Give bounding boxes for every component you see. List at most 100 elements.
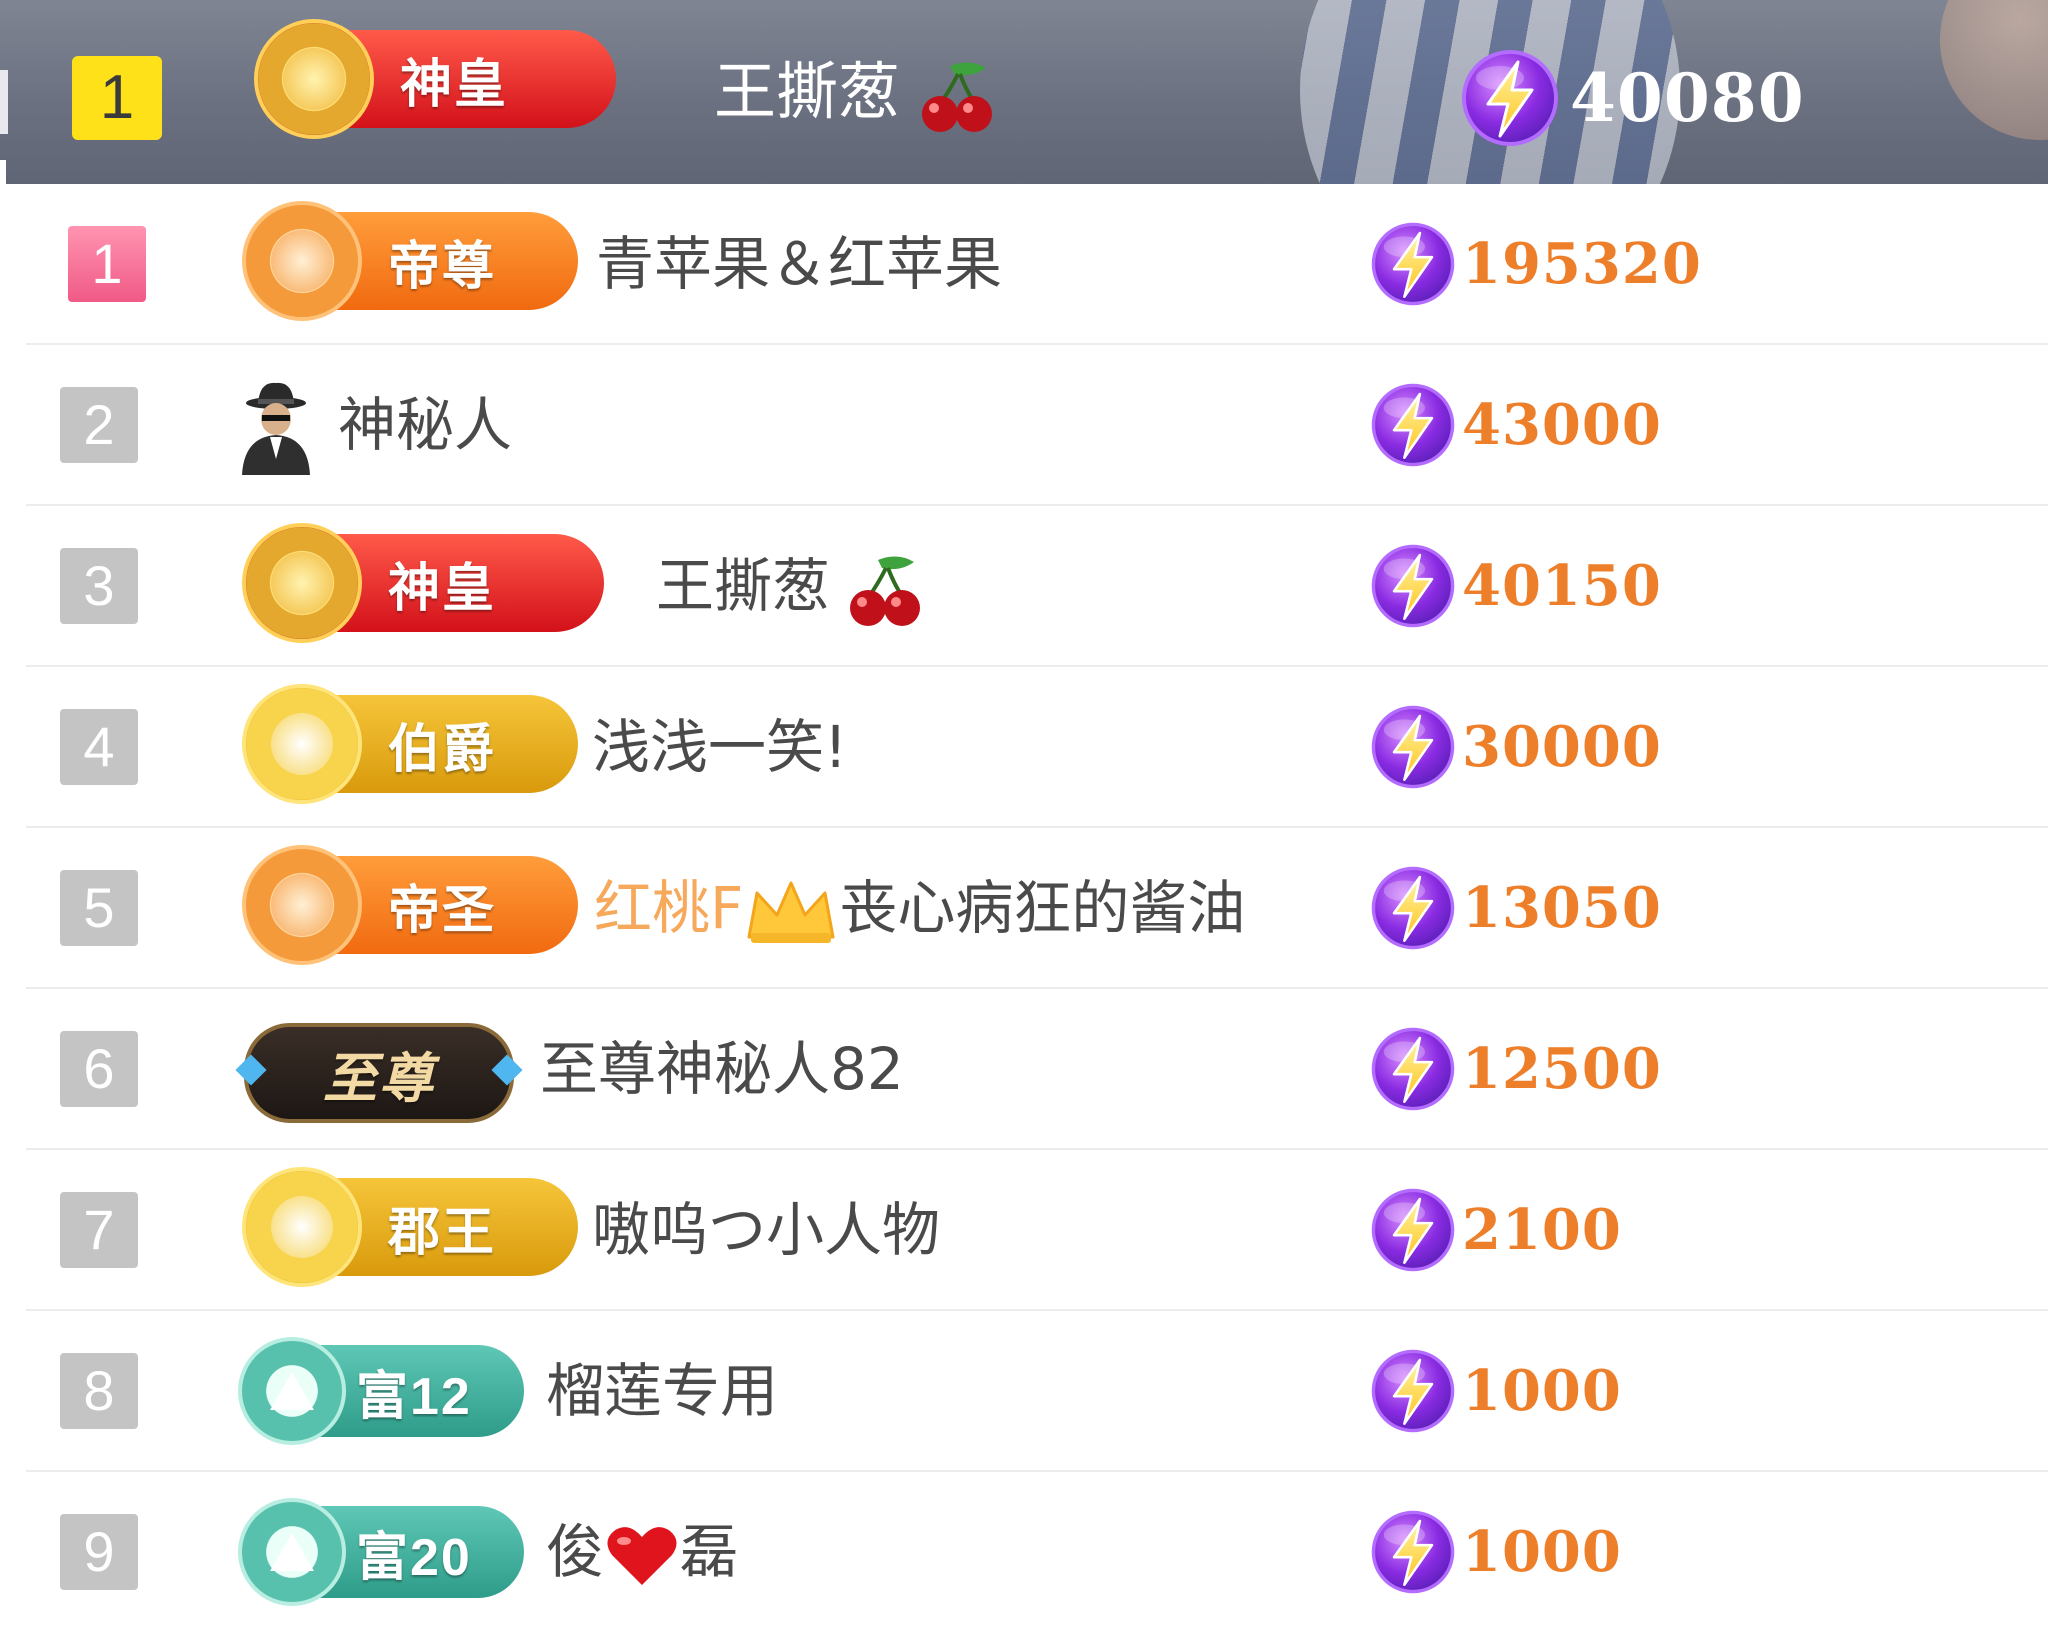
gold-medal-icon <box>242 684 362 804</box>
rank-badge: 9 <box>60 1514 138 1590</box>
points: 40150 <box>1370 534 1662 638</box>
points-value: 12500 <box>1462 1036 1662 1102</box>
rank-badge: 5 <box>60 870 138 946</box>
leaderboard-row[interactable]: 4 伯爵 浅浅一笑! 30000 <box>0 667 2048 828</box>
points-value: 195320 <box>1462 231 1702 297</box>
rank-badge: 7 <box>60 1192 138 1268</box>
rank-badge: 8 <box>60 1353 138 1429</box>
user-name-text: 王撕葱 <box>656 552 831 620</box>
vip-badge-label: 神皇 <box>388 558 497 619</box>
points-value: 13050 <box>1462 875 1662 941</box>
lightning-icon <box>1370 704 1456 790</box>
lightning-icon <box>1370 865 1456 951</box>
points-value: 1000 <box>1462 1519 1622 1585</box>
user-name-text: 俊 <box>546 1518 605 1586</box>
wealth-level-badge: 富20 <box>238 1498 524 1606</box>
cherry-icon <box>848 550 924 630</box>
lightning-icon <box>1460 48 1560 148</box>
gold-medal-icon <box>242 1167 362 1287</box>
rank-badge: 6 <box>60 1031 138 1107</box>
edge-tab-marker <box>0 160 6 184</box>
rank-badge: 2 <box>60 387 138 463</box>
cherry-icon <box>920 56 996 136</box>
lightning-icon <box>1370 221 1456 307</box>
user-name[interactable]: 浅浅一笑! <box>592 709 847 785</box>
header-user-name[interactable]: 王撕葱 <box>714 52 996 136</box>
wealth-level-badge: 富12 <box>238 1337 524 1445</box>
lightning-icon <box>1370 382 1456 468</box>
leaderboard-row[interactable]: 1 帝尊 青苹果＆红苹果 195320 <box>0 184 2048 345</box>
points: 12500 <box>1370 1017 1662 1121</box>
spy-avatar-icon <box>242 382 310 475</box>
user-name[interactable]: 至尊神秘人82 <box>540 1031 904 1107</box>
wealth-level-label: 富20 <box>356 1528 472 1587</box>
user-name[interactable]: 青苹果＆红苹果 <box>596 226 1002 302</box>
points: 43000 <box>1370 373 1662 477</box>
points-value: 40150 <box>1462 553 1662 619</box>
user-name-text: 王撕葱 <box>714 55 901 128</box>
vip-badge-label: 至尊 <box>323 1046 435 1110</box>
diamond-gem-icon <box>491 1054 523 1086</box>
rank-badge: 4 <box>60 709 138 785</box>
user-name[interactable]: 神秘人 <box>338 387 512 463</box>
edge-tab-marker <box>0 70 8 134</box>
triangle-medal-icon <box>238 1337 346 1445</box>
lightning-icon <box>1370 1509 1456 1595</box>
points-value: 30000 <box>1462 714 1662 780</box>
points-value: 1000 <box>1462 1358 1622 1424</box>
vip-badge: 神皇 <box>242 523 604 643</box>
rank-badge: 1 <box>68 226 146 302</box>
vip-badge-label: 神皇 <box>400 54 509 115</box>
wealth-level-label: 富12 <box>356 1367 472 1426</box>
leaderboard-row[interactable]: 7 郡王 嗷呜つ小人物 2100 <box>0 1150 2048 1311</box>
user-name-suffix: 磊 <box>680 1518 739 1586</box>
user-name[interactable]: 嗷呜つ小人物 <box>592 1192 940 1268</box>
points: 195320 <box>1370 212 1702 316</box>
vip-badge-label: 伯爵 <box>388 719 497 780</box>
shield-medal-icon <box>242 523 362 643</box>
points-value: 2100 <box>1462 1197 1622 1263</box>
lightning-icon <box>1370 1026 1456 1112</box>
rose-medal-icon <box>242 845 362 965</box>
points: 2100 <box>1370 1178 1622 1282</box>
leaderboard-row[interactable]: 2 神秘人 43000 <box>0 345 2048 506</box>
points-value: 43000 <box>1462 392 1662 458</box>
header-vip-badge: 神皇 <box>254 19 616 139</box>
rose-medal-icon <box>242 201 362 321</box>
crown-icon <box>747 881 835 943</box>
shield-medal-icon <box>254 19 374 139</box>
leaderboard-row[interactable]: 5 帝圣 红桃F 丧心病狂的酱油 13050 <box>0 828 2048 989</box>
user-name[interactable]: 榴莲专用 <box>546 1353 778 1429</box>
points: 13050 <box>1370 856 1662 960</box>
points: 1000 <box>1370 1339 1622 1443</box>
lightning-icon <box>1370 1348 1456 1434</box>
rank-badge: 3 <box>60 548 138 624</box>
background-ball-decoration <box>1940 0 2048 140</box>
user-name-text: 丧心病狂的酱油 <box>839 874 1246 942</box>
current-user-header: 1 神皇 王撕葱 40080 <box>0 0 2048 184</box>
leaderboard-row[interactable]: 3 神皇 王撕葱 40150 <box>0 506 2048 667</box>
points-value: 40080 <box>1570 59 1805 137</box>
points: 30000 <box>1370 695 1662 799</box>
user-name[interactable]: 俊 磊 <box>546 1514 738 1590</box>
vip-badge: 郡王 <box>242 1167 578 1287</box>
lightning-icon <box>1370 1187 1456 1273</box>
points: 1000 <box>1370 1500 1622 1604</box>
user-name[interactable]: 王撕葱 <box>656 548 924 630</box>
lightning-icon <box>1370 543 1456 629</box>
vip-badge: 伯爵 <box>242 684 578 804</box>
heart-icon <box>607 1527 677 1585</box>
header-rank-badge: 1 <box>72 56 162 140</box>
header-points: 40080 <box>1460 48 1805 148</box>
user-name-prefix: 红桃F <box>594 874 744 942</box>
vip-badge-label: 郡王 <box>388 1202 497 1263</box>
vip-badge: 至尊 <box>235 1023 523 1123</box>
vip-badge: 帝圣 <box>242 845 578 965</box>
user-name[interactable]: 红桃F 丧心病狂的酱油 <box>594 870 1245 947</box>
leaderboard-row[interactable]: 6 至尊 至尊神秘人82 12500 <box>0 989 2048 1150</box>
leaderboard-row[interactable]: 8 富12 榴莲专用 1000 <box>0 1311 2048 1472</box>
vip-badge-label: 帝尊 <box>388 236 497 297</box>
diamond-gem-icon <box>235 1054 267 1086</box>
triangle-medal-icon <box>238 1498 346 1606</box>
leaderboard-row[interactable]: 9 富20 俊 磊 1000 <box>0 1472 2048 1633</box>
